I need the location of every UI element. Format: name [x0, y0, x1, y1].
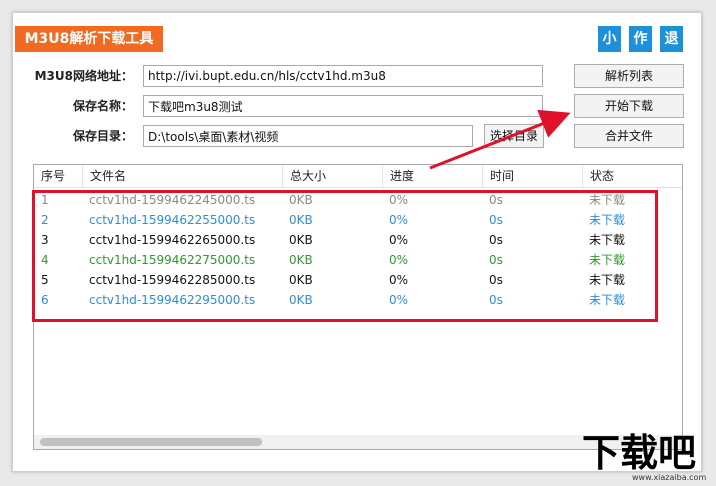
watermark-url: www.xiazaiba.com — [632, 473, 706, 482]
watermark-logo: 下载吧 www.xiazaiba.com — [582, 431, 706, 482]
annotation-arrow — [429, 109, 571, 170]
watermark-text: 下载吧 — [582, 431, 696, 475]
site-watermark: 下载吧 www.xiazaiba.com — [576, 424, 716, 483]
